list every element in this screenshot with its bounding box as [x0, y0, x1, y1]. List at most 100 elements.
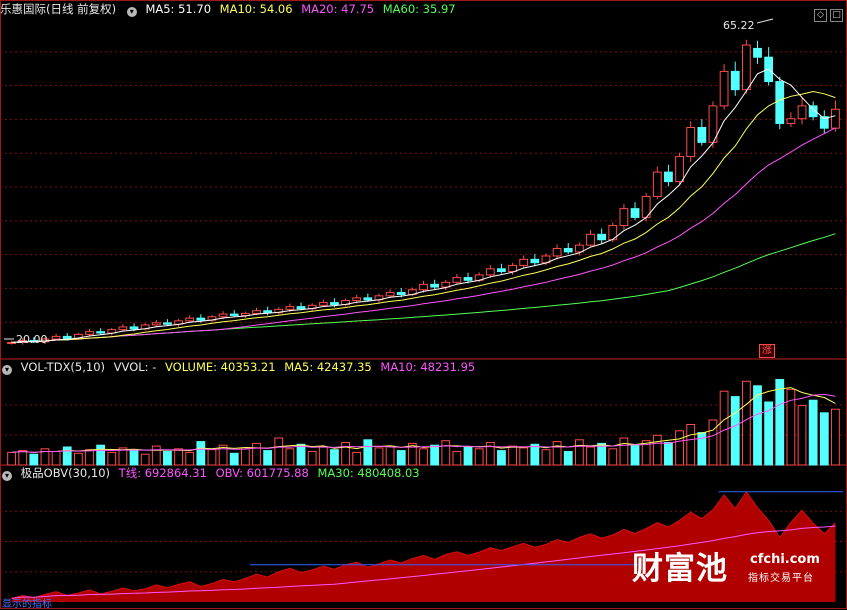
- candle-body: [118, 326, 128, 331]
- volume-bar: [574, 439, 584, 466]
- candle-body: [730, 70, 740, 91]
- vol-ma5-value: MA5: 42437.35: [284, 360, 372, 374]
- volume-bar: [51, 451, 61, 466]
- volume-bar: [296, 443, 306, 466]
- candle-body: [62, 335, 72, 339]
- candle-body: [686, 127, 696, 158]
- candle-body: [285, 306, 295, 310]
- volume-bar: [474, 448, 484, 466]
- volume-bar: [318, 446, 328, 466]
- candle-body: [497, 268, 506, 272]
- volume-bar: [664, 442, 673, 466]
- candle-body: [697, 127, 707, 143]
- volume-bar: [741, 380, 751, 466]
- volume-bar: [686, 424, 696, 466]
- volume-bar: [229, 452, 239, 466]
- window-controls: ◇ □: [811, 2, 843, 22]
- candle-body: [229, 313, 239, 316]
- ma5-value: MA5: 51.70: [145, 2, 212, 16]
- candle-body: [419, 283, 428, 291]
- dropdown-circle-icon[interactable]: ▾: [2, 471, 12, 481]
- volume-bar: [140, 453, 150, 466]
- candle-body: [597, 233, 607, 241]
- volume-bar: [519, 447, 529, 466]
- volume-bar: [497, 450, 506, 466]
- volume-bar: [185, 451, 195, 466]
- volume-bar: [207, 449, 217, 466]
- obv-pane-header: ▾ 极品OBV(30,10) T线: 692864.31 OBV: 601775…: [0, 465, 425, 481]
- kline-chart-canvas[interactable]: [0, 0, 847, 610]
- obv-ma30-value: MA30: 480408.03: [317, 466, 420, 480]
- candle-body: [786, 118, 796, 124]
- volume-bar: [608, 448, 618, 466]
- volume-bar: [819, 412, 829, 466]
- limit-up-badge[interactable]: 涨: [759, 344, 775, 358]
- ma60-value: MA60: 35.97: [382, 2, 456, 16]
- main-pane-header: 乐惠国际(日线 前复权) ▾ MA5: 51.70 MA10: 54.06 MA…: [0, 1, 461, 17]
- vol-ma10-value: MA10: 48231.95: [380, 360, 476, 374]
- candle-body: [96, 331, 106, 334]
- volume-bar: [285, 448, 295, 466]
- volume-bar: [463, 446, 473, 466]
- volume-bar: [430, 444, 440, 466]
- watermark-slogan: 指标交易平台: [748, 573, 814, 584]
- volume-bar: [330, 449, 339, 466]
- high-price-label: 65.22: [723, 19, 755, 32]
- volume-bar: [630, 444, 640, 466]
- volume-bar: [541, 449, 551, 466]
- candle-body: [831, 108, 840, 129]
- vvol-value: VVOL: -: [113, 360, 157, 374]
- volume-bar: [552, 441, 562, 466]
- candle-body: [85, 331, 94, 335]
- volume-bar: [441, 440, 451, 466]
- maximize-icon[interactable]: □: [830, 9, 843, 22]
- volume-bar: [274, 437, 284, 466]
- candle-body: [163, 322, 172, 325]
- ma20-value: MA20: 47.75: [301, 2, 375, 16]
- volume-bar: [85, 449, 94, 466]
- candle-body: [519, 258, 529, 266]
- volume-bar: [107, 451, 117, 466]
- volume-bar: [7, 451, 16, 466]
- obv-indicator-name: 极品OBV(30,10): [20, 466, 111, 480]
- volume-bar: [363, 439, 373, 466]
- volume-bar: [374, 447, 384, 466]
- volume-bar: [196, 441, 206, 466]
- dropdown-circle-icon[interactable]: ▾: [2, 365, 12, 375]
- volume-bar: [719, 390, 729, 466]
- volume-bar: [797, 405, 807, 466]
- obv-value: OBV: 601775.88: [215, 466, 309, 480]
- candle-body: [263, 310, 273, 314]
- watermark-domain: cfchi.com: [750, 552, 820, 567]
- indicator-tab[interactable]: 显示的指标: [2, 595, 52, 610]
- stock-name: 乐惠国际: [0, 2, 46, 16]
- candle-body: [218, 313, 228, 318]
- candle-body: [51, 335, 61, 340]
- restore-icon[interactable]: ◇: [814, 9, 827, 22]
- candle-body: [318, 302, 328, 306]
- volume-bar: [730, 396, 740, 466]
- candle-body: [563, 248, 573, 253]
- low-price-label: 20.00: [16, 333, 48, 346]
- volume-bar: [831, 408, 840, 466]
- volume-bar: [263, 450, 273, 466]
- volume-bar: [151, 445, 161, 466]
- candle-body: [586, 233, 595, 246]
- volume-bar: [240, 447, 250, 466]
- candle-body: [363, 297, 373, 301]
- volume-bar: [307, 451, 317, 466]
- candle-body: [619, 208, 629, 227]
- watermark-title: 财富池: [632, 551, 728, 587]
- dropdown-circle-icon[interactable]: ▾: [126, 7, 137, 17]
- vol-pane-header: ▾ VOL-TDX(5,10) VVOL: - VOLUME: 40353.21…: [0, 359, 480, 375]
- volume-bar: [508, 445, 517, 466]
- candle-body: [775, 81, 785, 124]
- candle-body: [385, 291, 395, 297]
- volume-bar: [174, 448, 183, 466]
- candle-body: [552, 248, 562, 257]
- volume-bar: [530, 443, 540, 466]
- candle-body: [330, 302, 339, 306]
- candle-body: [753, 47, 762, 58]
- candle-body: [151, 322, 161, 326]
- candle-body: [675, 156, 684, 183]
